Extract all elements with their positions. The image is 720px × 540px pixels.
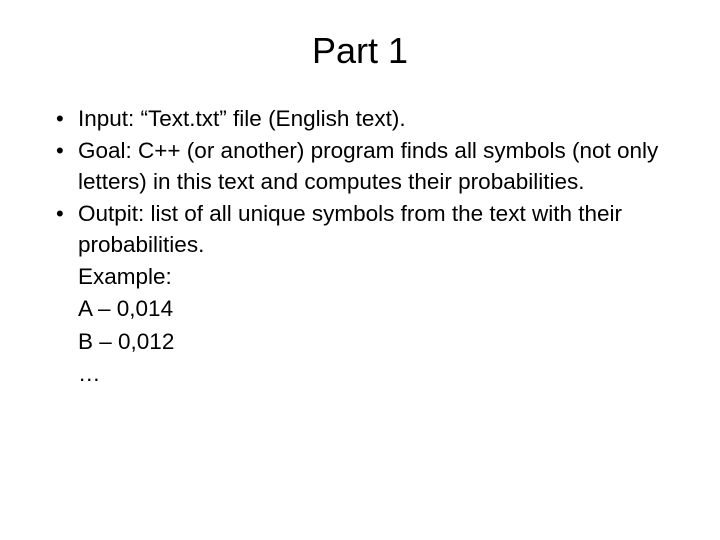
- slide-title: Part 1: [50, 30, 670, 72]
- slide: Part 1 Input: “Text.txt” file (English t…: [0, 0, 720, 540]
- example-row: B – 0,012: [50, 327, 670, 357]
- bullet-item: Goal: C++ (or another) program finds all…: [50, 136, 670, 197]
- bullet-list: Input: “Text.txt” file (English text). G…: [50, 104, 670, 260]
- bullet-item: Input: “Text.txt” file (English text).: [50, 104, 670, 134]
- example-label: Example:: [50, 262, 670, 292]
- bullet-item: Outpit: list of all unique symbols from …: [50, 199, 670, 260]
- slide-content: Input: “Text.txt” file (English text). G…: [50, 104, 670, 389]
- example-row: A – 0,014: [50, 294, 670, 324]
- example-row: …: [50, 359, 670, 389]
